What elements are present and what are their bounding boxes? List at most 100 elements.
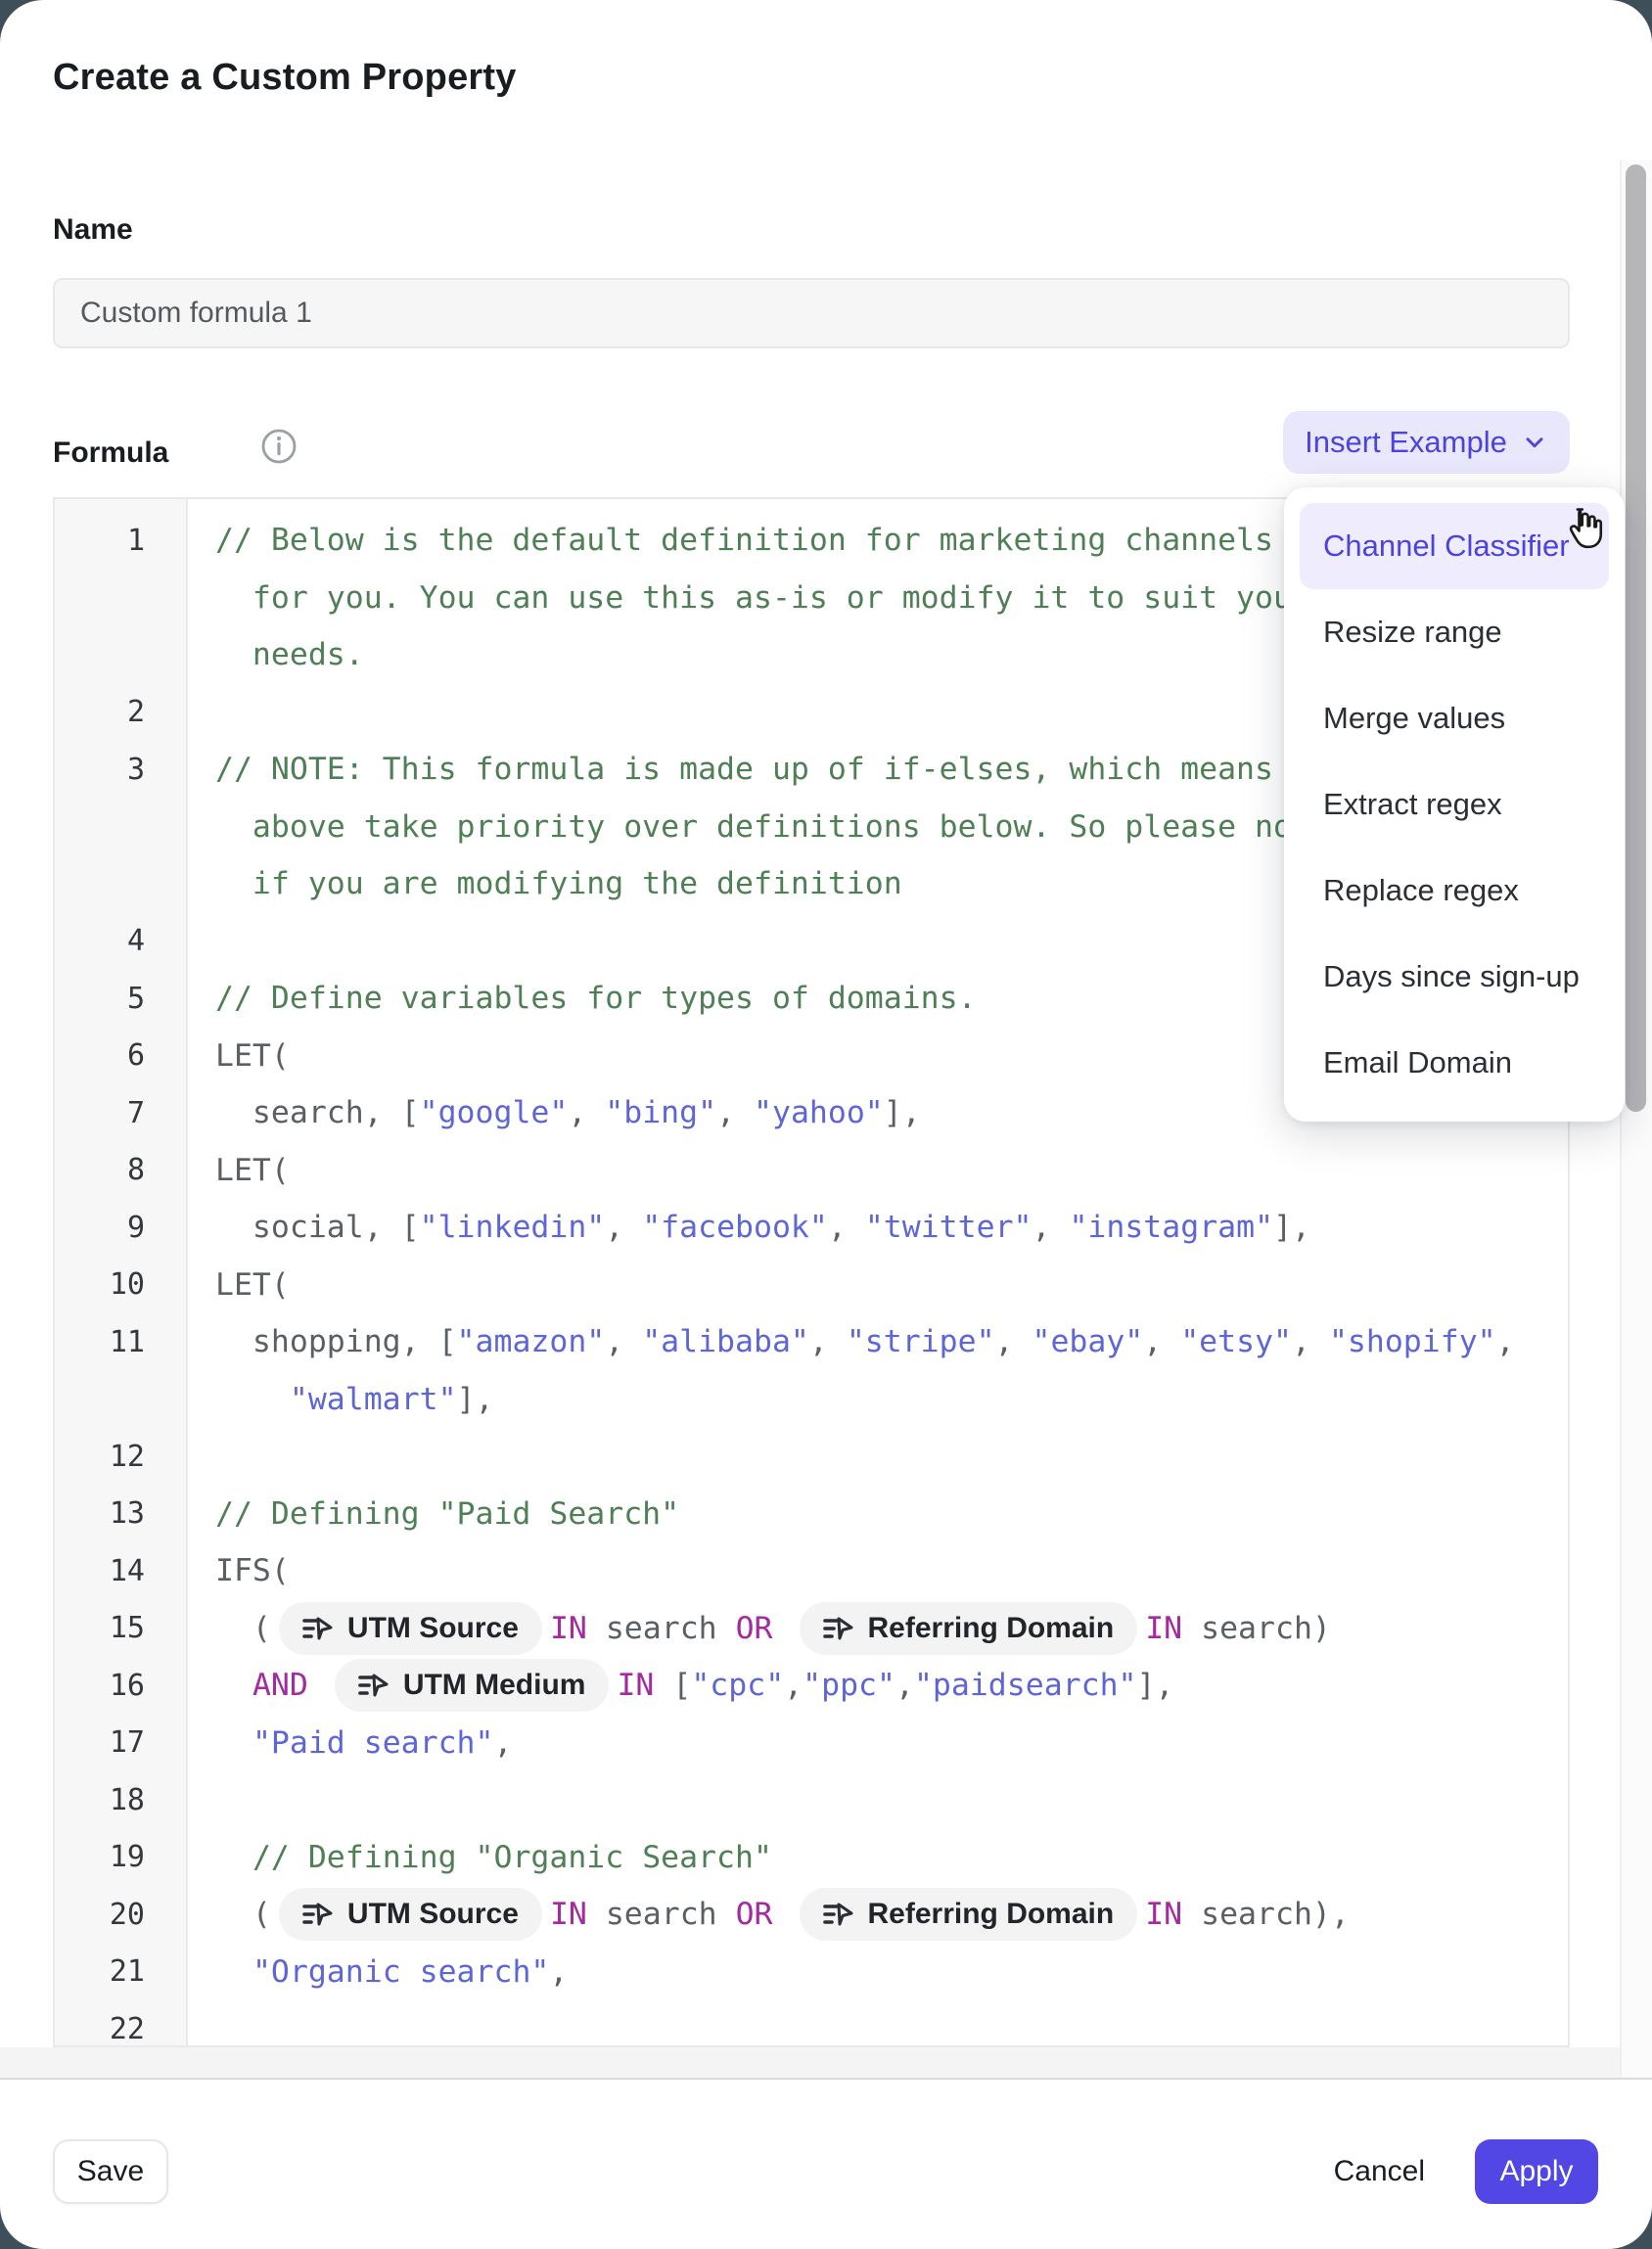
code-segment-code bbox=[215, 1954, 252, 1990]
code-row[interactable] bbox=[215, 1428, 1568, 1486]
code-row[interactable]: // Defining "Organic Search" bbox=[215, 1829, 1568, 1887]
field-pill[interactable]: Referring Domain bbox=[800, 1602, 1138, 1655]
field-pill[interactable]: UTM Source bbox=[279, 1602, 542, 1655]
code-segment-code: ( bbox=[215, 1611, 271, 1646]
line-number: 9 bbox=[55, 1199, 186, 1257]
code-segment-code bbox=[215, 1668, 252, 1703]
line-number: 16 bbox=[55, 1657, 186, 1715]
code-row[interactable]: "Paid search", bbox=[215, 1715, 1568, 1772]
code-segment-keyword: IN bbox=[550, 1897, 587, 1932]
code-segment-string: "cpc" bbox=[691, 1668, 784, 1703]
field-pill[interactable]: UTM Medium bbox=[335, 1659, 610, 1712]
code-row[interactable]: (UTM Source IN search OR Referring Domain… bbox=[215, 1600, 1568, 1658]
line-number: 8 bbox=[55, 1142, 186, 1200]
code-segment-code bbox=[308, 1668, 327, 1703]
code-segment-string: "alibaba" bbox=[642, 1324, 809, 1359]
menu-item-replace-regex[interactable]: Replace regex bbox=[1284, 848, 1625, 934]
line-number: 1 bbox=[55, 512, 186, 570]
code-segment-string: "ppc" bbox=[803, 1668, 895, 1703]
code-segment-string: "facebook" bbox=[642, 1210, 828, 1245]
code-segment-comment: above take priority over definitions bel… bbox=[215, 809, 1292, 845]
code-segment-code: ], bbox=[1273, 1210, 1310, 1245]
code-row[interactable]: (UTM SourceIN search OR Referring Domain… bbox=[215, 1886, 1568, 1944]
code-segment-code: ], bbox=[457, 1382, 494, 1417]
menu-item-extract-regex[interactable]: Extract regex bbox=[1284, 761, 1625, 848]
code-row[interactable]: "walmart"], bbox=[215, 1371, 1568, 1429]
code-segment-code: , bbox=[605, 1210, 642, 1245]
menu-item-resize-range[interactable]: Resize range bbox=[1284, 589, 1625, 675]
code-row[interactable]: // Defining "Paid Search" bbox=[215, 1486, 1568, 1543]
line-number: 4 bbox=[55, 913, 186, 971]
field-pill-label: UTM Medium bbox=[403, 1669, 586, 1702]
code-segment-code: , bbox=[895, 1668, 914, 1703]
modal-scrollbar-thumb[interactable] bbox=[1626, 164, 1646, 1112]
code-segment-comment: // Defining "Paid Search" bbox=[215, 1496, 679, 1532]
code-segment-code: , bbox=[828, 1210, 865, 1245]
line-number: 14 bbox=[55, 1542, 186, 1600]
code-segment-comment: // Defining "Organic Search" bbox=[252, 1840, 772, 1875]
code-segment-string: "amazon" bbox=[457, 1324, 606, 1359]
code-segment-keyword: OR bbox=[736, 1611, 773, 1646]
chevron-down-icon bbox=[1521, 429, 1548, 456]
line-number: 22 bbox=[55, 2000, 186, 2047]
code-segment-comment: // Below is the default definition for m… bbox=[215, 523, 1273, 558]
field-pill[interactable]: UTM Source bbox=[279, 1888, 542, 1941]
field-select-icon bbox=[298, 1897, 334, 1932]
code-segment-code: LET( bbox=[215, 1267, 290, 1303]
code-segment-comment: for you. You can use this as-is or modif… bbox=[215, 580, 1292, 616]
menu-item-days-since-sign-up[interactable]: Days since sign-up bbox=[1284, 934, 1625, 1020]
name-label: Name bbox=[53, 213, 133, 247]
code-row[interactable]: social, ["linkedin", "facebook", "twitte… bbox=[215, 1199, 1568, 1257]
code-row[interactable]: LET( bbox=[215, 1257, 1568, 1314]
code-segment-code: , bbox=[493, 1725, 512, 1761]
code-row[interactable] bbox=[215, 2000, 1568, 2045]
code-row[interactable]: "Organic search", bbox=[215, 1944, 1568, 2001]
menu-item-merge-values[interactable]: Merge values bbox=[1284, 675, 1625, 761]
code-segment-code: , bbox=[549, 1954, 568, 1990]
code-segment-code: LET( bbox=[215, 1038, 290, 1074]
line-number: 6 bbox=[55, 1028, 186, 1085]
line-number bbox=[55, 570, 186, 627]
code-segment-code: , bbox=[1496, 1324, 1515, 1359]
code-segment-comment: needs. bbox=[215, 637, 364, 672]
apply-button[interactable]: Apply bbox=[1475, 2139, 1598, 2204]
code-segment-string: "walmart" bbox=[290, 1382, 457, 1417]
code-segment-string: "etsy" bbox=[1180, 1324, 1292, 1359]
code-segment-code: , bbox=[568, 1095, 605, 1130]
code-row[interactable]: LET( bbox=[215, 1142, 1568, 1200]
code-segment-string: "Paid search" bbox=[252, 1725, 494, 1761]
formula-label: Formula bbox=[53, 436, 168, 470]
code-segment-code: search) bbox=[1182, 1611, 1331, 1646]
code-row[interactable]: AND UTM MediumIN ["cpc","ppc","paidsearc… bbox=[215, 1657, 1568, 1715]
name-input[interactable] bbox=[53, 278, 1570, 348]
code-segment-string: "linkedin" bbox=[420, 1210, 606, 1245]
line-number: 3 bbox=[55, 741, 186, 799]
code-segment-code: search bbox=[587, 1611, 736, 1646]
code-row[interactable]: IFS( bbox=[215, 1542, 1568, 1600]
code-segment-code: , bbox=[995, 1324, 1032, 1359]
save-button[interactable]: Save bbox=[53, 2139, 168, 2204]
code-segment-string: "ebay" bbox=[1032, 1324, 1143, 1359]
insert-example-button[interactable]: Insert Example bbox=[1283, 411, 1570, 474]
menu-item-email-domain[interactable]: Email Domain bbox=[1284, 1020, 1625, 1106]
line-number: 21 bbox=[55, 1944, 186, 2001]
line-number: 5 bbox=[55, 970, 186, 1028]
insert-example-label: Insert Example bbox=[1305, 425, 1507, 460]
code-segment-keyword: IN bbox=[1145, 1611, 1182, 1646]
code-segment-code: ], bbox=[1137, 1668, 1174, 1703]
code-segment-code: , bbox=[1143, 1324, 1180, 1359]
code-segment-code: social, [ bbox=[215, 1210, 420, 1245]
code-row[interactable]: shopping, ["amazon", "alibaba", "stripe"… bbox=[215, 1313, 1568, 1371]
field-pill[interactable]: Referring Domain bbox=[800, 1888, 1138, 1941]
code-segment-code bbox=[215, 1725, 252, 1761]
code-row[interactable] bbox=[215, 1771, 1568, 1829]
code-segment-code: , bbox=[784, 1668, 803, 1703]
line-number bbox=[55, 626, 186, 684]
code-segment-code: ], bbox=[884, 1095, 921, 1130]
info-icon[interactable] bbox=[259, 427, 298, 466]
cancel-button[interactable]: Cancel bbox=[1328, 2139, 1431, 2204]
code-segment-string: "twitter" bbox=[865, 1210, 1032, 1245]
code-segment-code: , bbox=[1292, 1324, 1329, 1359]
code-segment-string: "google" bbox=[420, 1095, 569, 1130]
code-segment-code bbox=[215, 1840, 252, 1875]
